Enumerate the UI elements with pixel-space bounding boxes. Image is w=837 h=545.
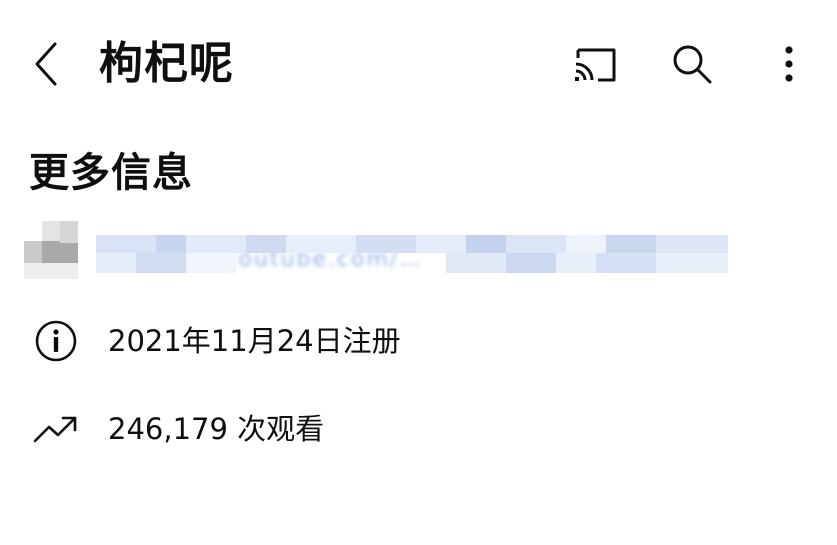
view-count-row: 246,179 次观看 xyxy=(30,405,324,453)
link-url-redacted[interactable]: …myoutube.com/… xyxy=(96,233,728,275)
top-app-bar: 枸杞呢 xyxy=(0,0,837,125)
trending-icon xyxy=(30,405,82,453)
section-title: 更多信息 xyxy=(29,150,193,196)
cast-button[interactable] xyxy=(564,38,624,90)
more-vertical-icon xyxy=(785,46,793,82)
channel-title: 枸杞呢 xyxy=(99,38,234,89)
link-favicon-icon xyxy=(24,215,80,281)
more-options-button[interactable] xyxy=(768,38,810,90)
joined-date-row: 2021年11月24日注册 xyxy=(30,317,401,365)
back-arrow-icon xyxy=(35,42,57,86)
view-count-text: 246,179 次观看 xyxy=(108,412,325,446)
search-button[interactable] xyxy=(664,38,720,90)
search-icon xyxy=(673,45,712,84)
info-icon xyxy=(30,317,82,365)
link-row[interactable]: …myoutube.com/… xyxy=(24,215,744,281)
joined-date-text: 2021年11月24日注册 xyxy=(108,324,401,358)
cast-icon xyxy=(575,48,616,82)
back-button[interactable] xyxy=(22,36,70,92)
